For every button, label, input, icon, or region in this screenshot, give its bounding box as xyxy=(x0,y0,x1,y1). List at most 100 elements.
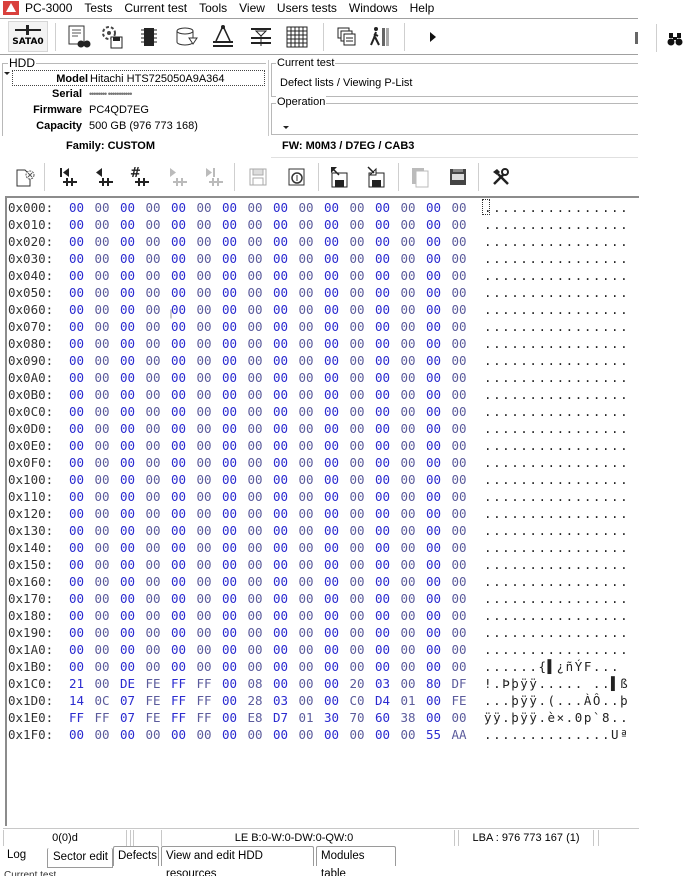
hex-byte[interactable]: 00 xyxy=(375,726,390,743)
hex-byte[interactable]: 00 xyxy=(248,284,263,301)
hex-byte[interactable]: 00 xyxy=(273,556,288,573)
hex-byte[interactable]: 00 xyxy=(273,590,288,607)
menu-tools[interactable]: Tools xyxy=(193,0,233,16)
hex-byte[interactable]: 00 xyxy=(197,267,212,284)
hex-byte[interactable]: 00 xyxy=(426,624,441,641)
hex-byte[interactable]: 00 xyxy=(401,284,416,301)
tab-sector-edit[interactable]: Sector edit xyxy=(47,848,113,868)
hex-byte[interactable]: FE xyxy=(452,692,467,709)
hex-byte[interactable]: 00 xyxy=(452,454,467,471)
hex-byte[interactable]: 00 xyxy=(401,607,416,624)
compass-button[interactable] xyxy=(208,22,238,52)
hex-byte[interactable]: 70 xyxy=(350,709,365,726)
hex-byte[interactable]: 00 xyxy=(426,573,441,590)
hex-byte[interactable]: 38 xyxy=(401,709,416,726)
menu-windows[interactable]: Windows xyxy=(343,0,404,16)
hex-byte[interactable]: FE xyxy=(146,709,161,726)
hex-byte[interactable]: 07 xyxy=(120,692,135,709)
hex-byte[interactable]: 00 xyxy=(324,471,339,488)
hex-byte[interactable]: 00 xyxy=(146,284,161,301)
hex-byte[interactable]: 00 xyxy=(299,403,314,420)
hex-byte[interactable]: 00 xyxy=(248,624,263,641)
hex-byte[interactable]: 00 xyxy=(69,590,84,607)
hex-byte[interactable]: 00 xyxy=(171,420,186,437)
hex-byte[interactable]: 00 xyxy=(299,505,314,522)
hex-byte[interactable]: 00 xyxy=(299,522,314,539)
hex-byte[interactable]: 00 xyxy=(324,437,339,454)
hex-byte[interactable]: 00 xyxy=(350,437,365,454)
hex-byte[interactable]: 00 xyxy=(375,437,390,454)
hex-byte[interactable]: 00 xyxy=(452,488,467,505)
hex-row-ascii[interactable]: ................ xyxy=(484,556,629,573)
hex-byte[interactable]: 00 xyxy=(95,658,110,675)
hex-byte[interactable]: 00 xyxy=(171,352,186,369)
hex-byte[interactable]: 00 xyxy=(171,471,186,488)
hex-byte[interactable]: 00 xyxy=(95,250,110,267)
hex-byte[interactable]: 00 xyxy=(120,199,135,216)
hex-byte[interactable]: 00 xyxy=(273,573,288,590)
hex-byte[interactable]: 00 xyxy=(171,590,186,607)
hex-byte[interactable]: 00 xyxy=(350,726,365,743)
hex-byte[interactable]: 00 xyxy=(222,675,237,692)
hex-byte[interactable]: 00 xyxy=(248,726,263,743)
hex-byte[interactable]: 00 xyxy=(146,250,161,267)
hex-row-ascii[interactable]: ................ xyxy=(484,471,629,488)
search-button[interactable] xyxy=(667,32,683,50)
hex-byte[interactable]: 00 xyxy=(426,318,441,335)
hex-byte[interactable]: 00 xyxy=(222,301,237,318)
hex-byte[interactable]: 00 xyxy=(120,454,135,471)
hex-byte[interactable]: 00 xyxy=(197,641,212,658)
hex-byte[interactable]: 00 xyxy=(350,233,365,250)
hex-row-ascii[interactable]: ................ xyxy=(484,233,629,250)
hex-byte[interactable]: 00 xyxy=(401,488,416,505)
save-sector-button[interactable] xyxy=(243,162,273,192)
hex-byte[interactable]: 00 xyxy=(350,556,365,573)
hex-byte[interactable]: 00 xyxy=(350,471,365,488)
hex-byte[interactable]: 00 xyxy=(222,692,237,709)
hex-byte[interactable]: 00 xyxy=(299,658,314,675)
hex-byte[interactable]: 00 xyxy=(171,539,186,556)
hex-byte[interactable]: 00 xyxy=(452,641,467,658)
hex-byte[interactable]: 00 xyxy=(401,301,416,318)
hex-byte[interactable]: 00 xyxy=(120,607,135,624)
hex-row-ascii[interactable]: !.Þþÿÿ..... ..▌ß xyxy=(484,675,629,692)
hex-byte[interactable]: 00 xyxy=(350,539,365,556)
hex-byte[interactable]: 00 xyxy=(299,607,314,624)
hex-byte[interactable]: 00 xyxy=(146,641,161,658)
hex-byte[interactable]: 00 xyxy=(426,590,441,607)
hex-byte[interactable]: 00 xyxy=(95,488,110,505)
hex-byte[interactable]: 00 xyxy=(273,454,288,471)
hex-byte[interactable]: 00 xyxy=(146,573,161,590)
hex-byte[interactable]: 00 xyxy=(146,590,161,607)
settings-disk-button[interactable] xyxy=(97,22,127,52)
hex-byte[interactable]: 00 xyxy=(426,539,441,556)
hex-byte[interactable]: 00 xyxy=(324,420,339,437)
hex-byte[interactable]: 00 xyxy=(69,250,84,267)
hex-byte[interactable]: FF xyxy=(197,675,212,692)
hex-byte[interactable]: 00 xyxy=(171,386,186,403)
operation-dropdown-icon[interactable] xyxy=(283,126,289,129)
hex-byte[interactable]: 00 xyxy=(299,454,314,471)
hdd-heads-button[interactable] xyxy=(246,22,276,52)
hex-byte[interactable]: 03 xyxy=(375,675,390,692)
hex-byte[interactable]: 00 xyxy=(401,624,416,641)
import-from-file-button[interactable] xyxy=(361,162,391,192)
hex-row-ascii[interactable]: ......{▌¿ñÝF... xyxy=(484,658,620,675)
hex-byte[interactable]: 00 xyxy=(197,437,212,454)
hex-byte[interactable]: 00 xyxy=(95,505,110,522)
hex-byte[interactable]: 00 xyxy=(324,233,339,250)
hex-byte[interactable]: 00 xyxy=(426,641,441,658)
tools-button[interactable] xyxy=(486,162,516,192)
prev-sector-button[interactable] xyxy=(88,162,118,192)
first-sector-button[interactable] xyxy=(52,162,82,192)
dropdown-arrow-icon[interactable] xyxy=(4,72,10,75)
hex-byte[interactable]: 00 xyxy=(171,250,186,267)
hex-byte[interactable]: 00 xyxy=(120,335,135,352)
hex-byte[interactable]: 00 xyxy=(401,658,416,675)
hex-byte[interactable]: 00 xyxy=(452,471,467,488)
hex-byte[interactable]: 00 xyxy=(146,658,161,675)
hex-byte[interactable]: 00 xyxy=(324,403,339,420)
hex-byte[interactable]: 00 xyxy=(452,233,467,250)
hex-byte[interactable]: 00 xyxy=(273,386,288,403)
hex-byte[interactable]: 00 xyxy=(350,624,365,641)
